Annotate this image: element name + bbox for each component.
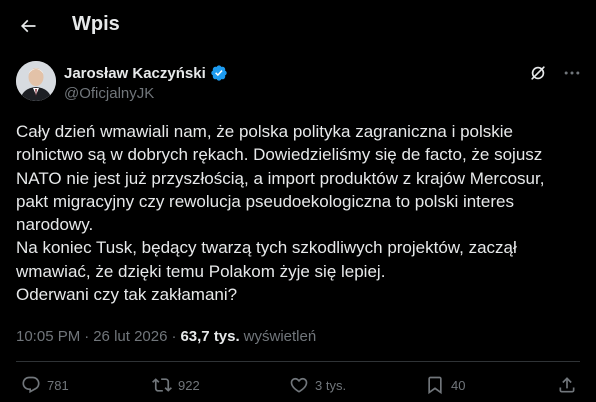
share-button[interactable] [557, 375, 577, 395]
repost-count: 922 [178, 377, 200, 393]
arrow-left-icon [20, 19, 36, 33]
more-horizontal-icon [564, 71, 580, 75]
post-top-actions [528, 63, 582, 83]
heart-icon [290, 377, 308, 393]
verified-badge-icon[interactable] [210, 64, 228, 82]
avatar-photo [16, 61, 56, 101]
bookmark-icon [428, 376, 442, 395]
author-block: Jarosław Kaczyński @OficjalnyJK [64, 64, 228, 102]
avatar[interactable] [16, 61, 56, 101]
reply-button[interactable]: 781 [21, 375, 69, 395]
grok-icon [531, 66, 545, 80]
like-count: 3 tys. [315, 377, 347, 393]
post-text: Cały dzień wmawiali nam, że polska polit… [16, 122, 545, 305]
post-time[interactable]: 10:05 PM [16, 328, 80, 345]
views-label: wyświetleń [243, 328, 317, 345]
bookmark-button[interactable]: 40 [425, 375, 465, 395]
bookmark-count: 40 [451, 377, 466, 393]
reply-icon [22, 376, 40, 394]
page-title: Wpis [72, 13, 120, 35]
repost-button[interactable]: 922 [152, 375, 200, 395]
repost-icon [152, 378, 172, 392]
meta-separator: · [84, 328, 90, 345]
share-icon [559, 377, 575, 393]
action-bar: 781 922 3 tys. 40 [0, 372, 596, 402]
divider [16, 361, 580, 362]
back-button[interactable] [8, 6, 48, 46]
author-name[interactable]: Jarosław Kaczyński [64, 65, 206, 82]
post-meta: 10:05 PM · 26 lut 2026 · 63,7 tys. wyświ… [16, 328, 316, 345]
meta-separator-2: · [171, 328, 177, 345]
like-button[interactable]: 3 tys. [289, 375, 346, 395]
more-options-button[interactable] [562, 63, 582, 83]
views-count[interactable]: 63,7 tys. [180, 328, 239, 345]
post-date[interactable]: 26 lut 2026 [93, 328, 167, 345]
grok-button[interactable] [528, 63, 548, 83]
reply-count: 781 [47, 377, 69, 393]
author-handle[interactable]: @OficjalnyJK [64, 85, 228, 102]
top-bar: Wpis [0, 0, 596, 53]
